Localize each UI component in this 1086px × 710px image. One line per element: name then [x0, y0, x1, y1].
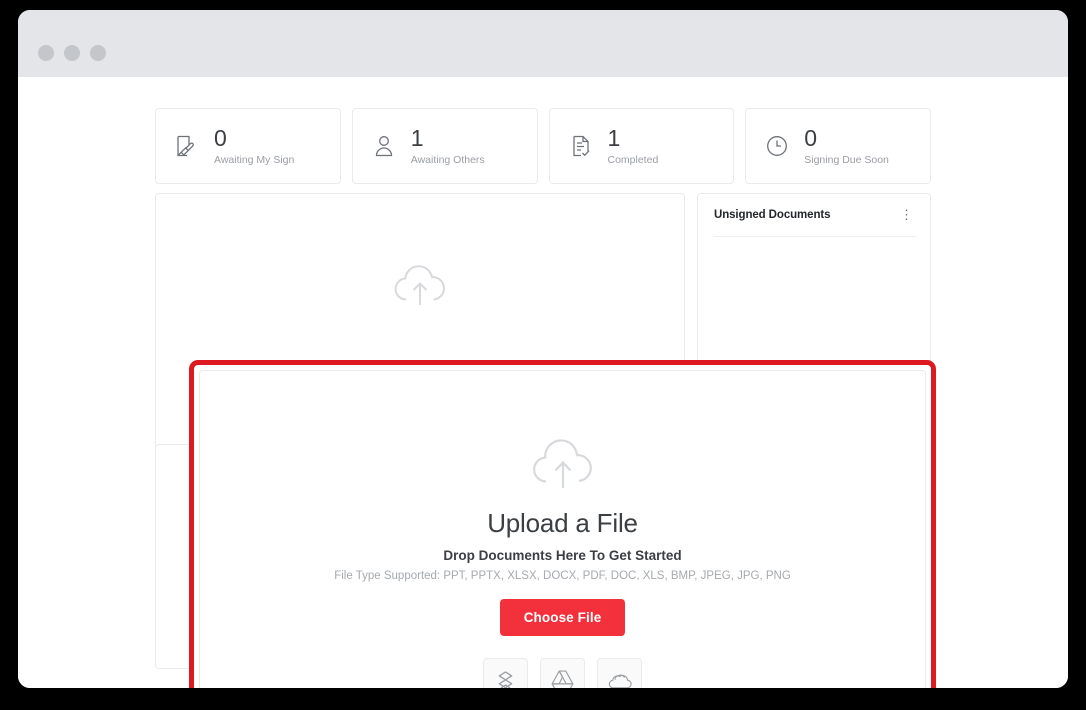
document-check-icon: [568, 132, 594, 160]
stat-value: 0: [214, 124, 227, 151]
stat-value: 0: [804, 124, 818, 151]
upload-subtitle: Drop Documents Here To Get Started: [443, 548, 682, 563]
google-drive-icon: [550, 668, 575, 688]
stat-text: 0 Awaiting My Sign: [214, 124, 295, 167]
window-dot-minimize[interactable]: [64, 45, 80, 61]
stat-card-awaiting-others[interactable]: 1 Awaiting Others: [351, 108, 538, 184]
upload-modal-highlight: Upload a File Drop Documents Here To Get…: [189, 360, 936, 688]
stat-card-signing-due-soon[interactable]: 0 Signing Due Soon: [745, 108, 931, 184]
upload-dropzone[interactable]: Upload a File Drop Documents Here To Get…: [199, 370, 926, 688]
browser-window: 0 Awaiting My Sign 1 Awaiting Others 1 C…: [18, 10, 1068, 688]
window-dot-close[interactable]: [38, 45, 54, 61]
onedrive-button[interactable]: [597, 658, 642, 688]
stat-card-completed[interactable]: 1 Completed: [548, 108, 735, 184]
cloud-source-buttons: [483, 658, 642, 688]
page-content: 0 Awaiting My Sign 1 Awaiting Others 1 C…: [18, 77, 1068, 688]
stat-text: 1 Completed: [607, 124, 659, 167]
stat-text: 1 Awaiting Others: [410, 124, 485, 167]
unsigned-documents-header: Unsigned Documents ⋮: [714, 208, 916, 221]
upload-title: Upload a File: [487, 508, 638, 538]
upload-file-types: File Type Supported: PPT, PPTX, XLSX, DO…: [334, 570, 791, 582]
cloud-upload-icon: [389, 258, 451, 315]
stat-label: Awaiting Others: [410, 154, 485, 167]
choose-file-button[interactable]: Choose File: [499, 599, 626, 636]
stat-text: 0 Signing Due Soon: [804, 124, 889, 167]
stats-row: 0 Awaiting My Sign 1 Awaiting Others 1 C…: [155, 108, 931, 184]
stat-label: Signing Due Soon: [804, 154, 889, 167]
upload-modal-content: Upload a File Drop Documents Here To Get…: [200, 371, 925, 688]
stat-value: 1: [607, 124, 621, 151]
stat-value: 1: [410, 124, 424, 151]
cloud-upload-icon: [526, 433, 600, 498]
document-sign-icon: [174, 132, 200, 160]
google-drive-button[interactable]: [540, 658, 585, 688]
stat-label: Awaiting My Sign: [214, 154, 295, 167]
dropbox-icon: [493, 668, 518, 688]
onedrive-icon: [607, 670, 633, 689]
window-controls: [38, 45, 106, 61]
stat-card-awaiting-my-sign[interactable]: 0 Awaiting My Sign: [155, 108, 341, 184]
stat-label: Completed: [607, 154, 659, 167]
clock-icon: [764, 132, 790, 160]
unsigned-documents-title: Unsigned Documents: [714, 208, 831, 221]
window-dot-maximize[interactable]: [90, 45, 106, 61]
kebab-menu-icon[interactable]: ⋮: [897, 208, 916, 221]
divider: [714, 236, 916, 237]
person-icon: [371, 132, 397, 160]
browser-titlebar: [18, 10, 1068, 77]
dropbox-button[interactable]: [483, 658, 528, 688]
